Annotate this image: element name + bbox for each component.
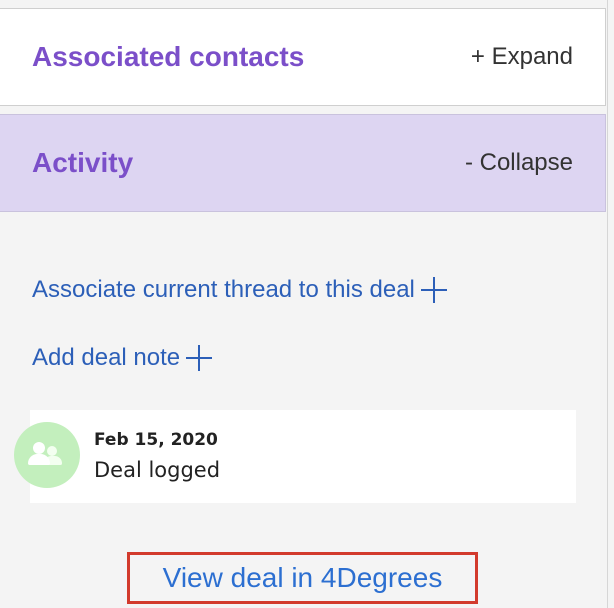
activity-description: Deal logged [94,458,221,482]
activity-header[interactable]: Activity - Collapse [0,114,606,212]
associate-thread-link[interactable]: Associate current thread to this deal [32,276,447,304]
associated-contacts-header[interactable]: Associated contacts + Expand [0,8,606,106]
people-icon [14,422,80,488]
expand-toggle[interactable]: + Expand [471,43,573,71]
activity-item [30,410,576,503]
panel-right-border [607,0,608,608]
activity-title: Activity [32,147,134,178]
associate-thread-label: Associate current thread to this deal [32,276,415,303]
plus-icon [186,345,213,371]
associated-contacts-title: Associated contacts [32,41,305,72]
plus-icon [420,277,447,303]
add-deal-note-label: Add deal note [32,344,181,371]
collapse-toggle[interactable]: - Collapse [465,149,573,177]
add-deal-note-link[interactable]: Add deal note [32,344,213,372]
activity-date: Feb 15, 2020 [94,430,218,450]
view-deal-link[interactable]: View deal in 4Degrees [127,552,478,604]
view-deal-label: View deal in 4Degrees [162,562,443,593]
